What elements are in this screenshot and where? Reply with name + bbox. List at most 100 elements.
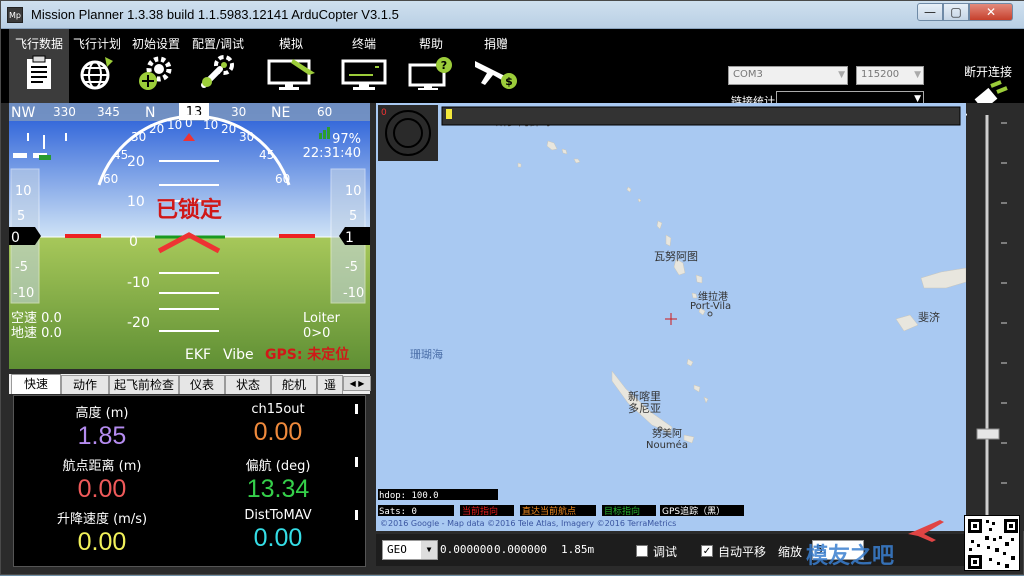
tab-quick[interactable]: 快速 xyxy=(11,374,61,394)
chevron-down-icon: ▼ xyxy=(838,70,845,80)
qr-code xyxy=(964,515,1020,571)
disconnect-label: 断开连接 xyxy=(963,65,1012,79)
tab-actions[interactable]: 动作 xyxy=(61,375,109,394)
minimize-button[interactable]: — xyxy=(917,3,943,21)
map-label-vanuatu: 瓦努阿图 xyxy=(654,249,698,263)
legend-current-heading: 当前指向 xyxy=(462,505,498,517)
quick-item-climb-rate[interactable]: 升降速度 (m/s) 0.00 xyxy=(14,508,190,557)
hud-time: 22:31:40 xyxy=(303,146,361,161)
terminal-icon xyxy=(341,59,387,90)
legend-gps-track: GPS追踪（黑） xyxy=(662,505,725,517)
tab-scroll-arrows[interactable]: ◀ ▶ xyxy=(343,376,371,391)
speed-tape-neg10: -10 xyxy=(13,286,34,301)
debug-checkbox[interactable] xyxy=(636,545,648,557)
zoom-label: 缩放 xyxy=(778,545,803,559)
watermark-text: 模友之吧 xyxy=(806,544,895,569)
sats-readout: Sats: 0 xyxy=(379,507,417,517)
close-button[interactable]: ✕ xyxy=(969,3,1013,21)
flight-mode: Loiter xyxy=(303,311,341,326)
quick-item-dist-to-mav[interactable]: DistToMAV 0.00 xyxy=(190,508,366,553)
alt-tape-10: 10 xyxy=(345,184,362,199)
compass-label-330: 330 xyxy=(53,105,76,119)
coord-type-value: GEO xyxy=(387,543,407,556)
window-title: Mission Planner 1.3.38 build 1.1.5983.12… xyxy=(31,7,399,22)
latitude: 0.000000 xyxy=(440,543,493,556)
roll-label-10r: 10 xyxy=(203,118,218,132)
menu-config-tuning[interactable]: 配置/调试 xyxy=(187,29,249,103)
app-icon: Mp xyxy=(7,7,23,23)
vibe-indicator[interactable]: Vibe xyxy=(223,347,254,363)
menu-donate[interactable]: 捐赠 $ xyxy=(467,29,525,103)
compass-label-ne: NE xyxy=(271,105,290,121)
data-tabs: 快速 动作 起飞前检查 仪表 状态 舵机 遥 ◀ ▶ xyxy=(9,374,371,394)
quick-item-ch15out[interactable]: ch15out 0.00 xyxy=(190,402,366,447)
map-view[interactable]: 所罗门群岛 瓦努阿图 维拉港 Port-Vila 斐济 珊瑚海 新喀里 多尼亚 … xyxy=(376,103,966,531)
baud-select[interactable]: 115200 ▼ xyxy=(856,66,924,85)
map-label-coral-sea: 珊瑚海 xyxy=(410,347,443,361)
roll-label-60l: 60 xyxy=(103,172,118,186)
port-select[interactable]: COM3 ▼ xyxy=(728,66,848,85)
auto-pan-checkbox[interactable]: ✓ xyxy=(701,545,713,557)
quick-value: 1.85 xyxy=(77,422,127,450)
scroll-marker xyxy=(355,404,358,414)
zoom-slider[interactable] xyxy=(967,103,1024,531)
menu-simulation[interactable]: 模拟 xyxy=(259,29,323,103)
menu-label: 初始设置 xyxy=(131,37,180,51)
tab-status[interactable]: 状态 xyxy=(225,375,271,394)
globe-icon xyxy=(80,57,113,90)
main-menu-bar: 飞行数据 飞行计划 初始设置 配置/调试 模拟 终端 帮助 ? 捐赠 $ COM… xyxy=(1,29,1024,118)
chevron-down-icon: ▼ xyxy=(421,541,437,559)
roll-label-10l: 10 xyxy=(167,118,182,132)
gps-status: GPS: 未定位 xyxy=(265,346,349,363)
airspeed: 空速 0.0 xyxy=(11,311,62,326)
quick-value: 13.34 xyxy=(246,475,310,503)
map-label-new-caledonia-2: 多尼亚 xyxy=(628,401,661,415)
battery-percent: 97% xyxy=(332,132,361,147)
quick-item-wp-dist[interactable]: 航点距离 (m) 0.00 xyxy=(14,455,190,504)
map-label-fiji: 斐济 xyxy=(918,310,940,324)
roll-label-45r: 45 xyxy=(259,148,274,162)
menu-flight-data[interactable]: 飞行数据 xyxy=(9,29,69,103)
tab-servo[interactable]: 舵机 xyxy=(271,375,317,394)
menu-terminal[interactable]: 终端 xyxy=(335,29,393,103)
quick-value: 0.00 xyxy=(253,524,303,552)
quick-item-yaw[interactable]: 偏航 (deg) 13.34 xyxy=(190,455,366,504)
scroll-marker xyxy=(355,457,358,467)
menu-flight-plan[interactable]: 飞行计划 xyxy=(69,29,125,103)
quick-value: 0.00 xyxy=(77,475,127,503)
map-label-port-vila: Port-Vila xyxy=(690,301,731,312)
tab-preflight[interactable]: 起飞前检查 xyxy=(109,375,179,394)
speed-tape-5: 5 xyxy=(17,209,25,224)
quick-item-altitude[interactable]: 高度 (m) 1.85 xyxy=(14,402,190,451)
map-copyright: ©2016 Google - Map data ©2016 Tele Atlas… xyxy=(380,519,676,528)
menu-initial-setup[interactable]: 初始设置 xyxy=(127,29,185,103)
speed-tape-neg5: -5 xyxy=(15,260,28,275)
map-label-new-caledonia-1: 新喀里 xyxy=(628,389,661,403)
map-progress-label: 0 xyxy=(381,108,387,118)
legend-direct-waypoint: 直达当前航点 xyxy=(522,505,576,517)
svg-text:$: $ xyxy=(505,75,513,88)
menu-label: 模拟 xyxy=(278,37,303,51)
app-window: Mp Mission Planner 1.3.38 build 1.1.5983… xyxy=(0,0,1024,575)
clipboard-icon xyxy=(27,55,51,89)
tab-gauges[interactable]: 仪表 xyxy=(179,375,225,394)
alt-tape-neg10: -10 xyxy=(343,286,364,301)
tab-telemetry[interactable]: 遥 xyxy=(317,375,343,394)
maximize-button[interactable]: ▢ xyxy=(943,3,969,21)
quick-label: 高度 (m) xyxy=(75,406,129,421)
map-label-noumea-cn: 努美阿 xyxy=(652,427,682,440)
chevron-down-icon: ▼ xyxy=(914,70,921,80)
menu-label: 配置/调试 xyxy=(191,37,245,51)
zoom-slider-thumb[interactable] xyxy=(976,428,1000,440)
quick-label: ch15out xyxy=(251,402,305,417)
pitch-label-neg20: -20 xyxy=(127,315,150,331)
hdop-readout: hdop: 100.0 xyxy=(379,491,439,501)
ekf-indicator[interactable]: EKF xyxy=(185,347,211,363)
menu-help[interactable]: 帮助 ? xyxy=(401,29,461,103)
monitor-plane-icon xyxy=(267,59,315,90)
coord-type-select[interactable]: GEO ▼ xyxy=(382,540,438,560)
compass-label-n: N xyxy=(145,105,155,121)
alt-value: 1 xyxy=(345,230,354,246)
scroll-marker xyxy=(355,510,358,520)
legend-target-heading: 目标指向 xyxy=(604,505,640,517)
